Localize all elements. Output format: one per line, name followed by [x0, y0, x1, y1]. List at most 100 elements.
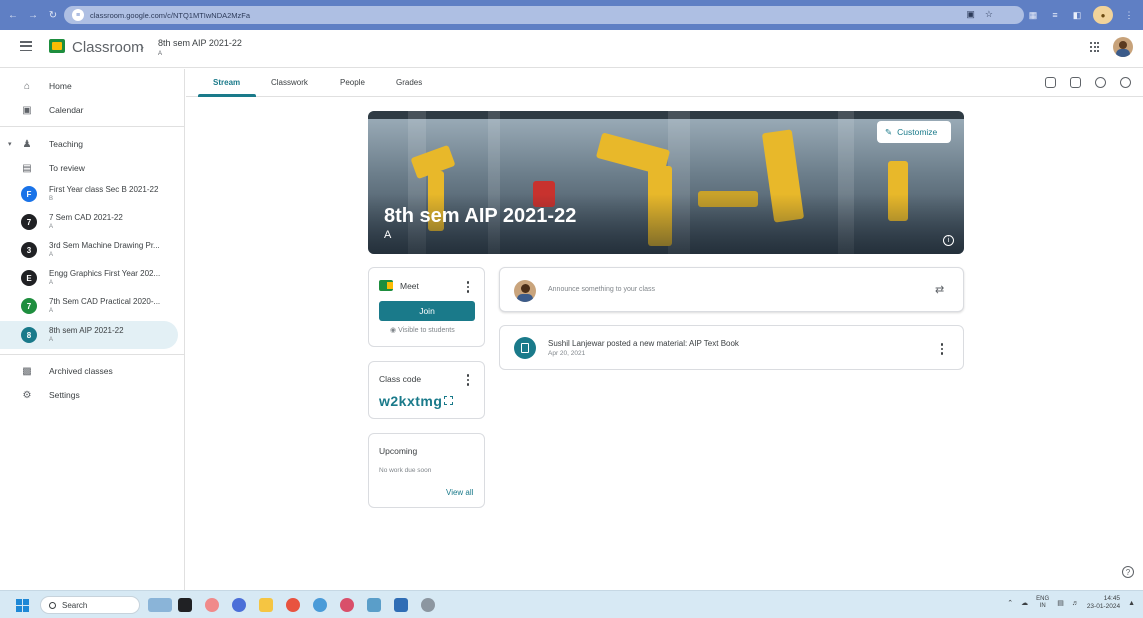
sidebar-class-item[interactable]: 7 7th Sem CAD Practical 2020-... A: [0, 292, 178, 320]
review-folder-icon: ▤: [22, 162, 32, 174]
chevron-up-icon[interactable]: ⌃: [1007, 599, 1013, 607]
search-icon: [49, 601, 56, 609]
sidebar-class-item-active[interactable]: 8 8th sem AIP 2021-22 A: [0, 321, 178, 349]
class-name: Engg Graphics First Year 202...: [49, 269, 161, 278]
tab-classwork[interactable]: Classwork: [271, 78, 308, 87]
app-icon[interactable]: [205, 598, 219, 612]
meet-visibility: ◉ Visible to students: [390, 327, 455, 334]
video-call-icon[interactable]: [1045, 77, 1056, 88]
sidebar-class-item[interactable]: E Engg Graphics First Year 202... A: [0, 264, 178, 292]
site-info-icon[interactable]: ≡: [72, 9, 84, 21]
chrome-icon[interactable]: [286, 598, 300, 612]
caret-down-icon[interactable]: ▾: [8, 140, 12, 148]
reload-icon[interactable]: ↻: [46, 8, 60, 22]
clock-time: 14:45: [1103, 595, 1121, 602]
address-bar[interactable]: ≡ classroom.google.com/c/NTQ1MTIwNDA2MzF…: [64, 6, 1024, 24]
join-meet-button[interactable]: Join: [379, 301, 475, 321]
sidebar-label: Settings: [49, 390, 80, 400]
sidebar-label: Archived classes: [49, 366, 113, 376]
profile-avatar[interactable]: ●: [1093, 6, 1113, 24]
notification-bell-icon[interactable]: ▲: [1128, 600, 1135, 607]
app-icon[interactable]: [340, 598, 354, 612]
sidebar-item-home[interactable]: ⌂ Home: [0, 74, 178, 98]
network-icon[interactable]: ▤: [1057, 599, 1064, 607]
url-text[interactable]: classroom.google.com/c/NTQ1MTIwNDA2MzFa: [90, 11, 250, 20]
sidebar-class-item[interactable]: 3 3rd Sem Machine Drawing Pr... A: [0, 236, 178, 264]
main-menu-icon[interactable]: [20, 41, 32, 51]
repost-icon[interactable]: ⇄: [935, 283, 944, 296]
view-all-link[interactable]: View all: [446, 488, 473, 497]
chevron-right-icon: ›: [140, 40, 144, 54]
banner-class-title: 8th sem AIP 2021-22: [384, 205, 577, 227]
back-icon[interactable]: ←: [6, 8, 20, 22]
expand-code-icon[interactable]: [444, 396, 453, 405]
reading-list-icon[interactable]: ≡: [1049, 9, 1061, 21]
tab-people[interactable]: People: [340, 78, 365, 87]
side-panel-icon[interactable]: ◧: [1071, 9, 1083, 21]
onedrive-icon[interactable]: ☁: [1021, 599, 1028, 607]
forward-icon[interactable]: →: [26, 8, 40, 22]
breadcrumb-class-title[interactable]: 8th sem AIP 2021-22: [158, 38, 242, 48]
help-icon[interactable]: ?: [1122, 566, 1134, 578]
extension-icon[interactable]: ▦: [1027, 9, 1039, 21]
volume-icon[interactable]: ♬: [1072, 600, 1079, 607]
taskbar-search[interactable]: Search: [40, 596, 140, 614]
announce-input[interactable]: Announce something to your class: [548, 286, 655, 293]
class-section: A: [49, 337, 54, 343]
class-name: 3rd Sem Machine Drawing Pr...: [49, 241, 160, 250]
browser-menu-icon[interactable]: ⋮: [1123, 9, 1135, 21]
sidebar-item-calendar[interactable]: ▣ Calendar: [0, 98, 178, 122]
sidebar-label: Calendar: [49, 105, 84, 115]
class-avatar: 7: [21, 214, 37, 230]
user-avatar: [514, 280, 536, 302]
active-tab-indicator: [198, 94, 256, 97]
tab-stream[interactable]: Stream: [213, 78, 240, 87]
post-title[interactable]: Sushil Lanjewar posted a new material: A…: [548, 339, 739, 348]
classroom-logo[interactable]: [49, 39, 65, 53]
edge-icon[interactable]: [313, 598, 327, 612]
class-section: B: [49, 196, 54, 202]
teaching-people-icon: ♟: [22, 138, 32, 150]
file-explorer-icon[interactable]: [259, 598, 273, 612]
sidebar-class-item[interactable]: F First Year class Sec B 2021-22 B: [0, 180, 178, 208]
bookmark-star-icon[interactable]: ☆: [985, 9, 993, 20]
widgets-icon[interactable]: [148, 598, 172, 612]
sidebar-item-teaching[interactable]: ▾ ♟ Teaching: [0, 132, 178, 156]
chat-icon[interactable]: [232, 598, 246, 612]
class-info-icon[interactable]: i: [943, 235, 954, 246]
app-title[interactable]: Classroom: [72, 39, 144, 56]
sidebar-item-archived[interactable]: ▩ Archived classes: [0, 359, 178, 383]
install-icon[interactable]: ▣: [966, 9, 975, 20]
post-more-icon[interactable]: [940, 343, 944, 355]
meet-label: Meet: [400, 281, 419, 291]
calendar-icon[interactable]: [1070, 77, 1081, 88]
sidebar-label: To review: [49, 163, 85, 173]
meet-more-icon[interactable]: [466, 281, 470, 293]
sidebar-item-to-review[interactable]: ▤ To review: [0, 156, 178, 180]
clock[interactable]: 14:45 23-01-2024: [1087, 595, 1120, 611]
class-tabs: Stream Classwork People Grades: [186, 69, 1143, 97]
windows-start-icon[interactable]: [16, 599, 29, 612]
customize-button[interactable]: ✎ Customize: [877, 121, 951, 143]
tab-grades[interactable]: Grades: [396, 78, 422, 87]
home-icon: ⌂: [23, 80, 31, 92]
class-avatar: F: [21, 186, 37, 202]
class-code-value[interactable]: w2kxtmg: [379, 393, 442, 409]
drive-folder-icon[interactable]: [1095, 77, 1106, 88]
app-icon[interactable]: [394, 598, 408, 612]
settings-app-icon[interactable]: [421, 598, 435, 612]
divider: [0, 354, 185, 355]
class-settings-gear-icon[interactable]: [1120, 77, 1131, 88]
class-banner: 8th sem AIP 2021-22 A: [368, 111, 964, 254]
sidebar-class-item[interactable]: 7 7 Sem CAD 2021-22 A: [0, 208, 178, 236]
class-code-more-icon[interactable]: [466, 374, 470, 386]
google-apps-icon[interactable]: [1090, 42, 1100, 52]
account-avatar[interactable]: [1113, 37, 1133, 57]
lang-bottom: IN: [1039, 603, 1046, 609]
clock-date: 23-01-2024: [1086, 603, 1121, 610]
task-view-icon[interactable]: [178, 598, 192, 612]
sidebar-item-settings[interactable]: ⚙ Settings: [0, 383, 178, 407]
upcoming-label: Upcoming: [379, 446, 418, 456]
app-icon[interactable]: [367, 598, 381, 612]
language-indicator[interactable]: ENG IN: [1036, 596, 1049, 610]
